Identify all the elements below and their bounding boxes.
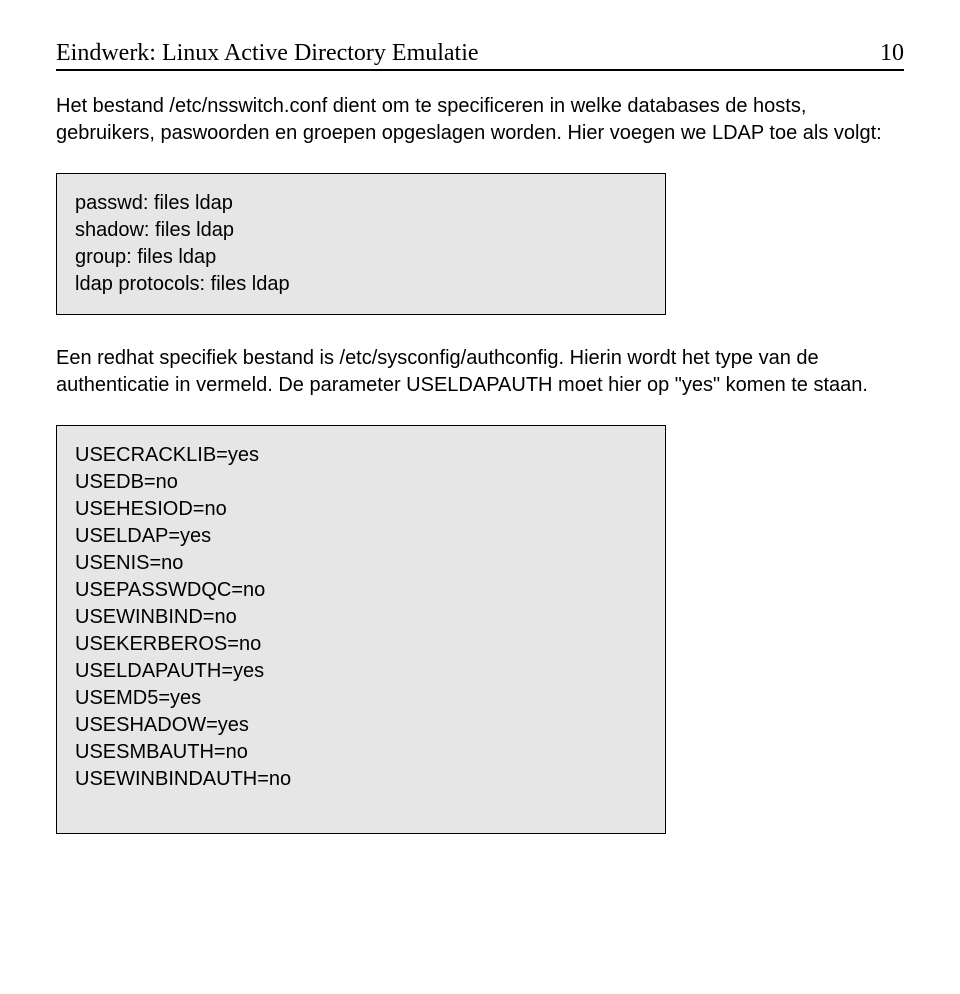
paragraph-1: Het bestand /etc/nsswitch.conf dient om … <box>56 93 904 147</box>
page-header: Eindwerk: Linux Active Directory Emulati… <box>56 40 904 71</box>
code-line: USEMD5=yes <box>75 685 647 712</box>
code-line: USENIS=no <box>75 550 647 577</box>
code-line: USEWINBIND=no <box>75 604 647 631</box>
code-line: USELDAP=yes <box>75 523 647 550</box>
code-line: group: files ldap <box>75 244 647 271</box>
code-box-authconfig: USECRACKLIB=yes USEDB=no USEHESIOD=no US… <box>56 425 666 834</box>
code-line: ldap protocols: files ldap <box>75 271 647 298</box>
code-line: passwd: files ldap <box>75 190 647 217</box>
code-line: USESHADOW=yes <box>75 712 647 739</box>
header-title: Eindwerk: Linux Active Directory Emulati… <box>56 40 479 67</box>
code-line: USEPASSWDQC=no <box>75 577 647 604</box>
code-box-nsswitch: passwd: files ldap shadow: files ldap gr… <box>56 173 666 315</box>
page-number: 10 <box>880 40 904 67</box>
code-line: USEHESIOD=no <box>75 496 647 523</box>
code-line: USESMBAUTH=no <box>75 739 647 766</box>
code-line: shadow: files ldap <box>75 217 647 244</box>
code-line: USEWINBINDAUTH=no <box>75 766 647 793</box>
code-line: USEKERBEROS=no <box>75 631 647 658</box>
code-line: USECRACKLIB=yes <box>75 442 647 469</box>
code-line: USELDAPAUTH=yes <box>75 658 647 685</box>
paragraph-2: Een redhat specifiek bestand is /etc/sys… <box>56 345 904 399</box>
code-line: USEDB=no <box>75 469 647 496</box>
